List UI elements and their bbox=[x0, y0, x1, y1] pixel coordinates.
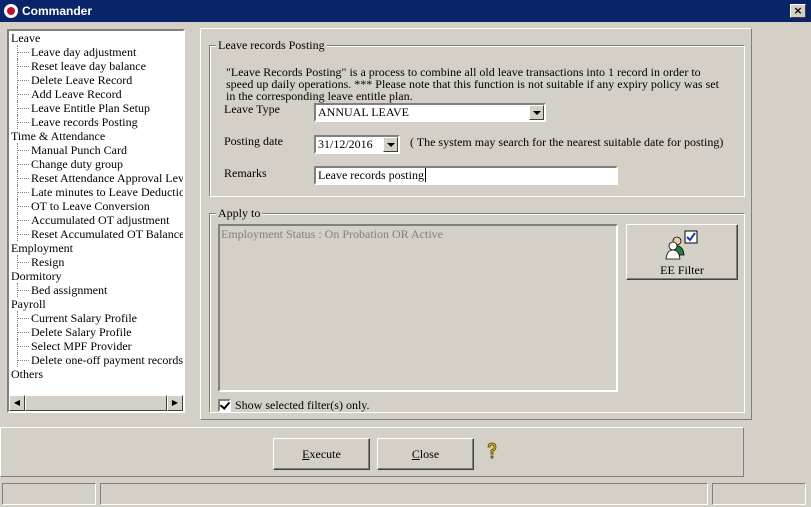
show-selected-label: Show selected filter(s) only. bbox=[235, 398, 370, 412]
text-cursor bbox=[424, 168, 426, 182]
tree-item[interactable]: Manual Punch Card bbox=[9, 143, 183, 157]
tree-item[interactable]: Reset Accumulated OT Balance bbox=[9, 227, 183, 241]
status-cell-1 bbox=[2, 483, 96, 505]
tree-item[interactable]: Delete Leave Record bbox=[9, 73, 183, 87]
filter-text: Employment Status : On Probation OR Acti… bbox=[221, 227, 443, 241]
show-selected-row[interactable]: Show selected filter(s) only. bbox=[218, 398, 370, 413]
tree-category[interactable]: Leave bbox=[9, 31, 183, 45]
window-close-button[interactable]: × bbox=[790, 4, 806, 18]
app-icon bbox=[4, 4, 18, 18]
scroll-left-button[interactable]: ◀ bbox=[9, 395, 25, 411]
tree-item[interactable]: Accumulated OT adjustment bbox=[9, 213, 183, 227]
show-selected-checkbox[interactable] bbox=[218, 399, 231, 412]
tree-category[interactable]: Employment bbox=[9, 241, 183, 255]
tree-item[interactable]: Leave day adjustment bbox=[9, 45, 183, 59]
status-bar bbox=[0, 482, 811, 507]
remarks-label: Remarks bbox=[224, 166, 267, 180]
tree-item[interactable]: Delete one-off payment records bbox=[9, 353, 183, 367]
tree-item[interactable]: Change duty group bbox=[9, 157, 183, 171]
tree-category[interactable]: Payroll bbox=[9, 297, 183, 311]
tree-item[interactable]: Leave records Posting bbox=[9, 115, 183, 129]
close-button[interactable]: Close bbox=[377, 438, 474, 470]
close-accel: C bbox=[411, 447, 420, 461]
execute-label: xecute bbox=[309, 447, 341, 461]
leave-type-value: ANNUAL LEAVE bbox=[318, 105, 409, 119]
apply-to-legend: Apply to bbox=[216, 206, 263, 220]
posting-date-note: ( The system may search for the nearest … bbox=[410, 135, 724, 149]
status-cell-2 bbox=[100, 483, 708, 505]
tree-item[interactable]: Reset leave day balance bbox=[9, 59, 183, 73]
status-cell-3 bbox=[712, 483, 806, 505]
tree-item[interactable]: Add Leave Record bbox=[9, 87, 183, 101]
posting-date-picker[interactable]: 31/12/2016 bbox=[314, 135, 400, 154]
leave-type-select[interactable]: ANNUAL LEAVE bbox=[314, 103, 546, 122]
tree-item[interactable]: Reset Attendance Approval Leve bbox=[9, 171, 183, 185]
tree-item[interactable]: Late minutes to Leave Deduction bbox=[9, 185, 183, 199]
filter-list[interactable]: Employment Status : On Probation OR Acti… bbox=[218, 224, 618, 392]
tree-category[interactable]: Others bbox=[9, 367, 183, 381]
navigation-tree: Leave Leave day adjustment Reset leave day… bbox=[7, 29, 185, 413]
horizontal-scrollbar[interactable]: ◀ ▶ bbox=[9, 395, 183, 411]
tree-item[interactable]: Select MPF Provider bbox=[9, 339, 183, 353]
tree-item[interactable]: OT to Leave Conversion bbox=[9, 199, 183, 213]
tree-item[interactable]: Resign bbox=[9, 255, 183, 269]
user-filter-icon bbox=[665, 230, 698, 260]
remarks-value: Leave records posting bbox=[318, 168, 424, 182]
posting-group-legend: Leave records Posting bbox=[216, 38, 327, 52]
tree-item[interactable]: Bed assignment bbox=[9, 283, 183, 297]
scroll-thumb[interactable] bbox=[25, 395, 167, 411]
window-title: Commander bbox=[22, 4, 93, 18]
tree-item[interactable]: Leave Entitle Plan Setup bbox=[9, 101, 183, 115]
execute-accel: E bbox=[302, 447, 310, 461]
posting-date-label: Posting date bbox=[224, 134, 283, 148]
remarks-input[interactable]: Leave records posting bbox=[314, 166, 618, 185]
tree-category[interactable]: Dormitory bbox=[9, 269, 183, 283]
posting-date-value: 31/12/2016 bbox=[318, 137, 373, 151]
leave-type-label: Leave Type bbox=[224, 102, 280, 116]
chevron-down-icon[interactable] bbox=[529, 105, 544, 120]
apply-to-group: Apply to Employment Status : On Probatio… bbox=[209, 206, 745, 413]
help-icon[interactable] bbox=[485, 442, 499, 460]
content-panel: Leave records Posting "Leave Records Pos… bbox=[200, 28, 752, 420]
tree-item[interactable]: Delete Salary Profile bbox=[9, 325, 183, 339]
posting-group: Leave records Posting "Leave Records Pos… bbox=[209, 38, 745, 197]
ee-filter-button[interactable]: EE Filter bbox=[626, 224, 738, 280]
chevron-down-icon[interactable] bbox=[383, 137, 398, 152]
close-label: lose bbox=[419, 447, 440, 461]
tree-item[interactable]: Current Salary Profile bbox=[9, 311, 183, 325]
title-bar: Commander × bbox=[0, 0, 811, 22]
scroll-right-button[interactable]: ▶ bbox=[167, 395, 183, 411]
tree-category[interactable]: Time & Attendance bbox=[9, 129, 183, 143]
action-bar: Execute Close bbox=[0, 427, 744, 477]
posting-description: "Leave Records Posting" is a process to … bbox=[226, 65, 719, 103]
execute-button[interactable]: Execute bbox=[273, 438, 370, 470]
tree-list: Leave Leave day adjustment Reset leave day… bbox=[9, 31, 183, 395]
ee-filter-label: EE Filter bbox=[660, 263, 704, 277]
